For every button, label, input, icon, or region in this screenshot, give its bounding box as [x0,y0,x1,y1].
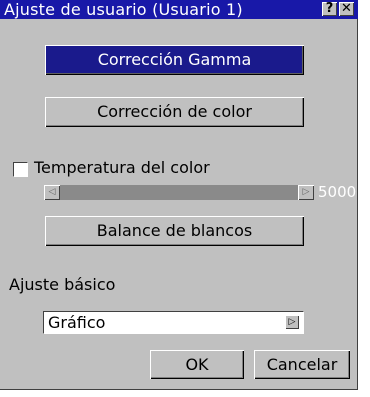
basic-adjust-label: Ajuste básico [9,275,116,294]
window-title: Ajuste de usuario (Usuario 1) [4,0,243,19]
color-correction-button[interactable]: Corrección de color [45,97,304,127]
dropdown-arrow-icon[interactable]: ▷ [285,315,299,329]
cancel-button[interactable]: Cancelar [254,350,350,379]
color-temperature-label: Temperatura del color [34,158,210,177]
basic-adjust-select[interactable]: Gráfico ▷ [43,311,304,334]
basic-adjust-selected-value: Gráfico [48,313,106,332]
gamma-correction-button[interactable]: Corrección Gamma [45,45,304,75]
close-button[interactable]: ✕ [339,2,354,16]
user-adjust-dialog: Ajuste de usuario (Usuario 1) ? ✕ Correc… [0,0,358,390]
title-bar[interactable]: Ajuste de usuario (Usuario 1) ? ✕ [0,0,358,19]
white-balance-button[interactable]: Balance de blancos [45,216,304,246]
ok-button[interactable]: OK [150,350,244,379]
color-temperature-checkbox[interactable] [13,162,28,177]
slider-left-arrow-icon[interactable]: ◁ [44,185,60,200]
color-temperature-value: 5000 [318,183,357,201]
color-temperature-slider[interactable]: ◁ ▷ [44,185,314,200]
slider-right-arrow-icon[interactable]: ▷ [298,185,314,200]
help-button[interactable]: ? [322,2,337,16]
